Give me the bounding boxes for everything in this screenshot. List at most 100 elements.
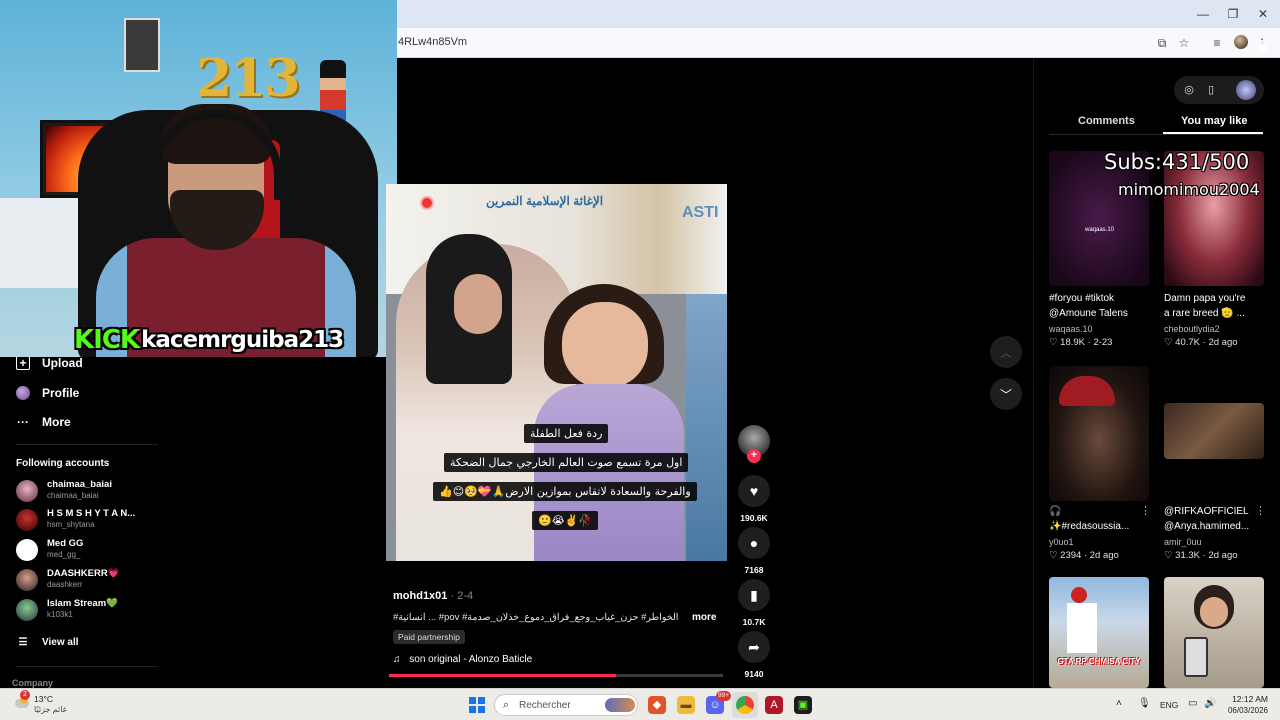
card-date: 2d ago	[1208, 550, 1238, 561]
volume-icon[interactable]: 🔊	[1204, 698, 1216, 709]
card-title-line2[interactable]: ✨#redasoussia...	[1049, 519, 1149, 534]
tab-you-may-like[interactable]: You may like	[1181, 115, 1247, 127]
video-caption-3: والفرحة والسعادة لاتقاس بموازين الارض🙏💝🥺…	[433, 482, 697, 501]
thumbnail-face	[1200, 597, 1228, 627]
mobile-icon[interactable]: ▯	[1204, 83, 1218, 97]
account-avatar	[16, 599, 38, 621]
heart-outline-icon: ♡	[1164, 550, 1173, 561]
comment-icon[interactable]: ●	[738, 527, 770, 559]
card-likes: 18.9K	[1060, 337, 1085, 348]
clock-date[interactable]: 06/03/2026	[1218, 706, 1268, 715]
video-description: #انسانية ... #pov #الخواطر# حزن_غياب_وجع…	[393, 612, 679, 623]
search-placeholder: Rechercher	[519, 700, 571, 711]
kick-banner: KICK kacemrguiba213	[74, 324, 344, 356]
share-count: 9140	[744, 669, 764, 679]
subs-goal-overlay: Subs:431/500	[1104, 150, 1250, 174]
card-title[interactable]: #foryou #tiktok	[1049, 291, 1149, 306]
restore-icon[interactable]: ❐	[1222, 6, 1244, 22]
share-action[interactable]: ➦ 9140	[738, 631, 770, 679]
video-player[interactable]: الإغاثة الإسلامية النمرين ASTI ردة فعل ا…	[386, 184, 727, 561]
nav-upload-label: Upload	[42, 356, 83, 370]
windows-start-icon[interactable]	[469, 697, 485, 713]
close-icon[interactable]: ✕	[1252, 6, 1274, 22]
comment-action[interactable]: ● 7168	[738, 527, 770, 575]
chrome-icon[interactable]	[736, 696, 754, 714]
video-author[interactable]: mohd1x01 · 2-4	[393, 590, 473, 602]
browser-profile-avatar[interactable]	[1234, 35, 1248, 49]
following-account[interactable]: DAASHKERR💗 daashkerr	[16, 567, 156, 593]
card-user[interactable]: cheboutlydia2	[1164, 324, 1220, 334]
thumbnail-tag: waqaas.10	[1085, 227, 1115, 233]
video-sound[interactable]: ♫ son original - Alonzo Baticle	[393, 654, 532, 665]
company-link[interactable]: Company	[12, 678, 53, 688]
weather-temp[interactable]: 13°C	[34, 694, 53, 704]
user-avatar[interactable]	[1236, 80, 1256, 100]
bookmark-icon[interactable]: ▮	[738, 579, 770, 611]
video-thumbnail[interactable]	[1049, 366, 1149, 501]
video-banner-text: الإغاثة الإسلامية النمرين	[486, 194, 604, 208]
following-account[interactable]: H S M S H Y T A N... hsm_shytana	[16, 507, 156, 533]
video-thumbnail[interactable]	[1164, 403, 1264, 459]
card-user[interactable]: waqaas.10	[1049, 324, 1093, 334]
sound-name: son original - Alonzo Baticle	[409, 654, 533, 665]
discord-badge: 99+	[716, 691, 732, 701]
bookmark-star-icon[interactable]: ☆	[1176, 35, 1192, 51]
language-indicator[interactable]: ENG	[1160, 700, 1178, 710]
compass-icon[interactable]: ◎	[1182, 83, 1196, 97]
card-user[interactable]: y0uo1	[1049, 537, 1074, 547]
account-name: DAASHKERR💗	[47, 568, 120, 579]
nav-profile[interactable]: Profile	[16, 382, 79, 404]
taskbar-search[interactable]: ⌕ Rechercher	[494, 694, 638, 716]
view-all-link[interactable]: ☰ View all	[16, 631, 79, 653]
weather-badge: 2	[20, 690, 30, 700]
video-caption-1: ردة فعل الطفلة	[524, 424, 609, 443]
nav-more[interactable]: ··· More	[16, 411, 71, 433]
card-title-line2[interactable]: a rare breed 🫡 ...	[1164, 306, 1264, 321]
weather-condition[interactable]: غائم جزئيًا	[34, 705, 67, 714]
heart-outline-icon: ♡	[1049, 550, 1058, 561]
following-account[interactable]: Islam Stream💚 k103k1	[16, 597, 156, 623]
video-thumbnail[interactable]	[1164, 577, 1264, 688]
network-icon[interactable]: ▭	[1188, 698, 1197, 709]
search-icon: ⌕	[503, 699, 510, 711]
video-caption-4: 🥀✌️😭🙂	[532, 511, 598, 530]
save-action[interactable]: ▮ 10.7K	[738, 579, 770, 627]
card-title-line2[interactable]: @Anya.hamimed...	[1164, 519, 1264, 534]
share-icon[interactable]: ➦	[738, 631, 770, 663]
card-user[interactable]: amir_0uu	[1164, 537, 1202, 547]
card-title-line2[interactable]: @Amoune Talens	[1049, 306, 1149, 321]
following-account[interactable]: chaimaa_baiai chaimaa_baiai	[16, 478, 156, 504]
install-app-icon[interactable]: ⧉	[1154, 35, 1170, 51]
card-stats: ♡ 2394 · 2d ago	[1049, 550, 1119, 561]
kick-app-icon[interactable]: ▣	[794, 696, 812, 714]
minimize-icon[interactable]: —	[1192, 6, 1214, 22]
card-likes: 40.7K	[1175, 337, 1200, 348]
url-text[interactable]: 4RLw4n85Vm	[398, 36, 467, 48]
adobe-icon[interactable]: A	[765, 696, 783, 714]
following-account[interactable]: Med GG med_gg_	[16, 537, 156, 563]
heart-icon[interactable]: ♥	[738, 475, 770, 507]
card-title[interactable]: 🎧	[1049, 504, 1149, 519]
follow-plus-icon[interactable]: +	[747, 449, 761, 463]
like-action[interactable]: ♥ 190.6K	[738, 475, 770, 523]
video-progress-fill	[389, 674, 617, 677]
card-title[interactable]: Damn papa you're	[1164, 291, 1264, 306]
video-thumbnail[interactable]: GTA RP CHMISA CITY	[1049, 577, 1149, 688]
card-stats: ♡ 40.7K · 2d ago	[1164, 337, 1238, 348]
thumbnail-cap	[1059, 376, 1115, 406]
next-video-button[interactable]: ﹀	[990, 378, 1022, 410]
nav-more-label: More	[42, 415, 71, 429]
previous-video-button[interactable]: ︿	[990, 336, 1022, 368]
card-title[interactable]: @RIFKAOFFICIEL	[1164, 504, 1264, 519]
author-name[interactable]: mohd1x01	[393, 590, 447, 602]
tray-chevron-icon[interactable]: ˄	[1116, 698, 1122, 709]
account-name: H S M S H Y T A N...	[47, 508, 136, 519]
video-progress-bar[interactable]	[389, 674, 723, 677]
tab-comments[interactable]: Comments	[1078, 115, 1135, 127]
brave-browser-icon[interactable]: ◆	[648, 696, 666, 714]
description-more-link[interactable]: more	[692, 612, 716, 623]
media-control-icon[interactable]: ≡	[1209, 35, 1225, 51]
clock-time[interactable]: 12:12 AM	[1226, 694, 1268, 704]
file-explorer-icon[interactable]: ▬	[677, 696, 695, 714]
microphone-icon[interactable]: 🎙	[1138, 698, 1151, 709]
